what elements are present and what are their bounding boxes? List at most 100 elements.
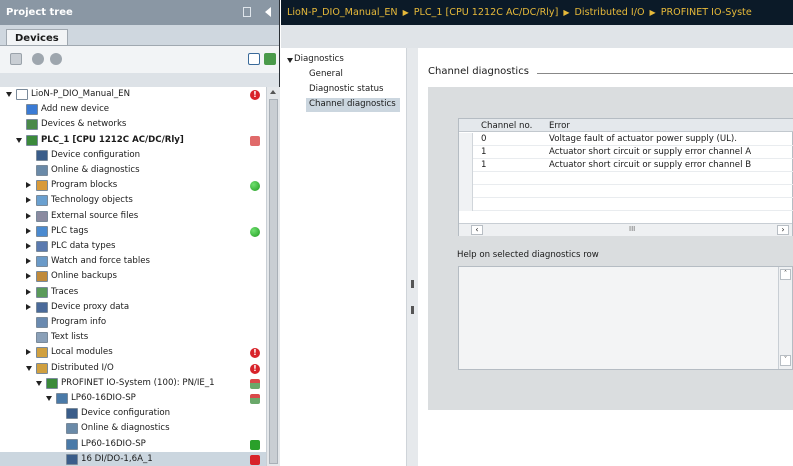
tree-item[interactable]: PROFINET IO-System (100): PN/IE_1 — [0, 376, 266, 391]
scroll-up-icon[interactable] — [270, 90, 276, 94]
tree-item[interactable]: Program blocks — [0, 178, 266, 193]
breadcrumb-item[interactable]: Distributed I/O — [575, 7, 645, 18]
tree-item[interactable]: LioN-P_DIO_Manual_EN! — [0, 87, 266, 102]
breadcrumb-item[interactable]: PROFINET IO-Syste — [661, 7, 752, 18]
help-label: Help on selected diagnostics row — [457, 250, 599, 260]
table-row[interactable]: 1 Actuator short circuit or supply error … — [459, 159, 793, 172]
tree-item-label: LioN-P_DIO_Manual_EN — [31, 89, 131, 99]
chevron-down-icon[interactable] — [6, 92, 12, 97]
plc-status-icon — [250, 135, 260, 146]
tree-item[interactable]: Device configuration — [0, 148, 266, 163]
tree-item[interactable]: Distributed I/O! — [0, 361, 266, 376]
tree-item[interactable]: Online backups — [0, 269, 266, 284]
tree-item[interactable]: PLC_1 [CPU 1212C AC/DC/Rly] — [0, 133, 266, 148]
breadcrumb-separator-icon: ▶ — [649, 8, 656, 17]
new-project-icon[interactable] — [10, 53, 22, 65]
nav-item-general[interactable]: General — [309, 69, 343, 79]
scrollbar-thumb[interactable] — [269, 99, 278, 464]
splitter-grip[interactable] — [411, 280, 414, 288]
column-header-channel[interactable]: Channel no. — [481, 121, 532, 131]
nav-item-channel-diagnostics[interactable]: Channel diagnostics — [309, 99, 396, 109]
tree-item[interactable]: LP60-16DIO-SP — [0, 391, 266, 406]
table-row[interactable]: 1 Actuator short circuit or supply error … — [459, 146, 793, 159]
editor-subheader — [281, 25, 793, 48]
tree-item[interactable]: Devices & networks — [0, 117, 266, 132]
split-view-icon[interactable] — [243, 7, 251, 17]
tree-item[interactable]: Device proxy data — [0, 300, 266, 315]
splitter-grip[interactable] — [411, 306, 414, 314]
tree-item-label: Distributed I/O — [51, 362, 114, 373]
back-icon[interactable] — [32, 53, 44, 65]
ok-status-icon — [250, 181, 260, 192]
tree-item[interactable]: Online & diagnostics — [0, 421, 266, 436]
tree-item-label: Online backups — [51, 271, 117, 282]
tree-item[interactable]: 16 DI/DO-1,6A_1 — [0, 451, 266, 466]
tree-item[interactable]: Traces — [0, 285, 266, 300]
tree-item-label: PLC_1 [CPU 1212C AC/DC/Rly] — [41, 134, 184, 145]
tree-item[interactable]: Add new device — [0, 102, 266, 117]
scroll-down-icon[interactable]: ˇ — [780, 355, 791, 366]
folder-icon — [36, 347, 48, 359]
table-row — [459, 198, 793, 211]
diagnostic-warning-icon — [250, 394, 260, 404]
breadcrumb-item[interactable]: LioN-P_DIO_Manual_EN — [287, 7, 398, 18]
chevron-right-icon[interactable] — [26, 303, 31, 310]
add-icon[interactable] — [264, 53, 276, 65]
tree-item[interactable]: Local modules! — [0, 345, 266, 360]
module-icon — [56, 393, 68, 404]
chevron-right-icon[interactable] — [26, 288, 31, 295]
table-header: Channel no. Error — [459, 119, 793, 132]
tree-item[interactable]: Watch and force tables — [0, 254, 266, 269]
horizontal-scrollbar[interactable]: ‹ III › — [459, 223, 792, 236]
column-header-error[interactable]: Error — [549, 121, 570, 131]
project-tree-title: Project tree — [6, 7, 73, 18]
scroll-right-icon[interactable]: › — [777, 225, 789, 235]
chevron-right-icon[interactable] — [26, 273, 31, 280]
forward-icon[interactable] — [50, 53, 62, 65]
device-config-icon — [36, 149, 48, 161]
folder-icon — [36, 180, 48, 192]
collapse-panel-icon[interactable] — [265, 7, 271, 17]
breadcrumb-item[interactable]: PLC_1 [CPU 1212C AC/DC/Rly] — [414, 7, 559, 18]
tree-item-label: Traces — [51, 286, 79, 297]
tree-item[interactable]: LP60-16DIO-SP — [0, 437, 266, 452]
chevron-down-icon[interactable] — [46, 396, 52, 401]
chevron-right-icon[interactable] — [26, 182, 31, 189]
tree-item[interactable]: Program info — [0, 315, 266, 330]
chevron-right-icon[interactable] — [26, 258, 31, 265]
tree-item[interactable]: Technology objects — [0, 193, 266, 208]
scroll-left-icon[interactable]: ‹ — [471, 225, 483, 235]
table-row[interactable]: 0 Voltage fault of actuator power supply … — [459, 133, 793, 146]
scroll-grip-icon[interactable]: III — [629, 225, 635, 233]
overview-icon[interactable] — [248, 53, 260, 65]
chevron-right-icon[interactable] — [26, 212, 31, 219]
project-icon — [16, 89, 28, 100]
tree-item-label: Text lists — [51, 332, 89, 343]
chevron-down-icon[interactable] — [26, 365, 32, 371]
scroll-up-icon[interactable]: ˆ — [780, 269, 791, 280]
tree-item[interactable]: External source files — [0, 209, 266, 224]
chevron-down-icon[interactable] — [287, 58, 293, 63]
tree-item[interactable]: Device configuration — [0, 406, 266, 421]
tree-item-label: Devices & networks — [41, 119, 127, 130]
chevron-right-icon[interactable] — [26, 243, 31, 249]
nav-item-diagnostic-status[interactable]: Diagnostic status — [309, 84, 384, 94]
ok-status-icon — [250, 226, 260, 237]
tree-item-label: Local modules — [51, 347, 113, 358]
tree-item[interactable]: Online & diagnostics — [0, 163, 266, 178]
tree-item-label: 16 DI/DO-1,6A_1 — [81, 453, 153, 464]
chevron-right-icon[interactable] — [26, 227, 31, 234]
cell-channel-no: 1 — [481, 160, 487, 170]
tree-scrollbar[interactable] — [266, 87, 280, 466]
pane-splitter[interactable] — [406, 48, 418, 466]
chevron-down-icon[interactable] — [16, 137, 22, 143]
tree-item[interactable]: Text lists — [0, 330, 266, 345]
chevron-right-icon[interactable] — [26, 349, 31, 356]
tree-item[interactable]: PLC data types — [0, 239, 266, 254]
nav-item-diagnostics[interactable]: Diagnostics — [294, 54, 344, 64]
chevron-down-icon[interactable] — [36, 380, 42, 386]
help-scrollbar[interactable]: ˆ ˇ — [778, 267, 792, 369]
chevron-right-icon[interactable] — [26, 197, 31, 204]
tab-strip: Devices — [0, 25, 279, 47]
tree-item[interactable]: PLC tags — [0, 224, 266, 239]
